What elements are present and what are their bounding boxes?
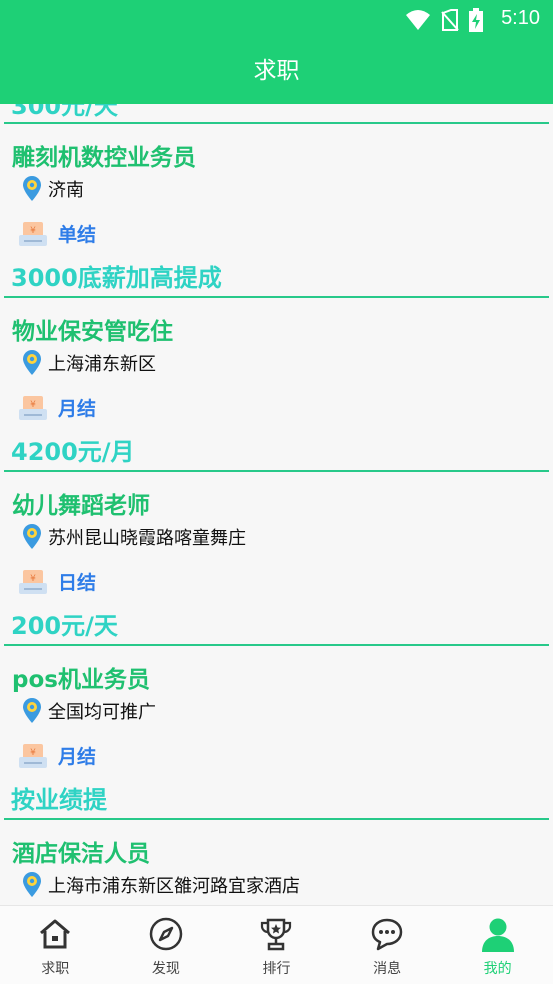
job-card[interactable]: 雕刻机数控业务员 济南 ¥ 单结 3000底薪加高提成: [0, 124, 553, 296]
location-text: 上海浦东新区: [48, 354, 156, 375]
job-salary: 3000底薪加高提成: [11, 264, 222, 292]
job-card[interactable]: pos机业务员 全国均可推广 ¥ 月结 按业绩提: [0, 646, 553, 818]
job-salary: 4200元/月: [11, 438, 135, 466]
wifi-icon: [406, 10, 430, 30]
location-pin-icon: [23, 350, 41, 375]
job-salary: 200元/天: [11, 612, 118, 640]
svg-text:¥: ¥: [30, 400, 36, 410]
battery-charging-icon: [469, 8, 483, 32]
job-settlement: ¥ 月结: [18, 742, 96, 769]
no-sim-icon: [441, 9, 459, 31]
location-pin-icon: [23, 872, 41, 897]
location-pin-icon: [23, 176, 41, 201]
app-bar: 求职: [0, 38, 553, 104]
settlement-text: 日结: [58, 572, 97, 594]
tab-label: 求职: [41, 961, 70, 977]
settlement-text: 月结: [58, 746, 97, 768]
location-text: 全国均可推广: [48, 702, 156, 723]
tab-faxian[interactable]: 发现: [111, 906, 222, 984]
tab-label: 发现: [151, 961, 180, 977]
job-location: 济南: [22, 176, 84, 202]
svg-text:¥: ¥: [30, 226, 36, 236]
job-list[interactable]: 300元/天 雕刻机数控业务员 济南 ¥ 单结 3000底薪加高提成 物业保安管…: [0, 104, 553, 905]
job-title: 酒店保洁人员: [12, 841, 150, 867]
wage-icon: ¥: [19, 569, 47, 594]
job-salary: 按业绩提: [11, 786, 107, 814]
job-location: 上海浦东新区: [22, 350, 156, 376]
settlement-text: 单结: [58, 224, 97, 246]
job-location: 全国均可推广: [22, 698, 156, 724]
tab-xiaoxi[interactable]: 消息: [332, 906, 443, 984]
status-time: 5:10: [501, 7, 540, 29]
location-text: 上海市浦东新区雒河路宜家酒店: [48, 876, 300, 897]
location-pin-icon: [23, 524, 41, 549]
job-title: 幼儿舞蹈老师: [12, 493, 150, 519]
location-text: 济南: [48, 180, 84, 201]
tab-label: 排行: [262, 961, 291, 977]
tab-label: 我的: [483, 961, 512, 977]
job-location: 上海市浦东新区雒河路宜家酒店: [22, 872, 300, 898]
job-card[interactable]: 物业保安管吃住 上海浦东新区 ¥ 月结 4200元/月: [0, 298, 553, 470]
trophy-icon: [261, 918, 292, 951]
compass-icon: [149, 917, 183, 951]
wage-icon: ¥: [19, 743, 47, 768]
job-settlement: ¥ 日结: [18, 568, 96, 595]
job-card[interactable]: 酒店保洁人员 上海市浦东新区雒河路宜家酒店: [0, 820, 553, 905]
job-title: 物业保安管吃住: [12, 319, 173, 345]
job-location: 苏州昆山晓霞路喀童舞庄: [22, 524, 246, 550]
location-text: 苏州昆山晓霞路喀童舞庄: [48, 528, 246, 549]
home-icon: [40, 919, 71, 949]
page-title: 求职: [253, 58, 300, 84]
tab-wode[interactable]: 我的: [442, 906, 553, 984]
tab-qiuzhi[interactable]: 求职: [0, 906, 111, 984]
svg-text:¥: ¥: [30, 748, 36, 758]
status-bar: 5:10: [0, 0, 553, 38]
svg-text:¥: ¥: [30, 574, 36, 584]
settlement-text: 月结: [58, 398, 97, 420]
partial-salary: 300元/天: [11, 104, 118, 120]
job-settlement: ¥ 月结: [18, 394, 96, 421]
job-title: 雕刻机数控业务员: [12, 145, 196, 171]
tab-label: 消息: [373, 961, 402, 977]
bottom-tab-bar: 求职 发现 排行 消息 我的: [0, 905, 553, 984]
wage-icon: ¥: [19, 395, 47, 420]
status-icons: [405, 8, 483, 32]
message-icon: [371, 918, 403, 951]
job-title: pos机业务员: [12, 667, 150, 693]
user-icon: [481, 918, 514, 952]
location-pin-icon: [23, 698, 41, 723]
tab-paihang[interactable]: 排行: [221, 906, 332, 984]
job-card[interactable]: 幼儿舞蹈老师 苏州昆山晓霞路喀童舞庄 ¥ 日结 200元/天: [0, 472, 553, 644]
job-settlement: ¥ 单结: [18, 220, 96, 247]
wage-icon: ¥: [19, 221, 47, 246]
